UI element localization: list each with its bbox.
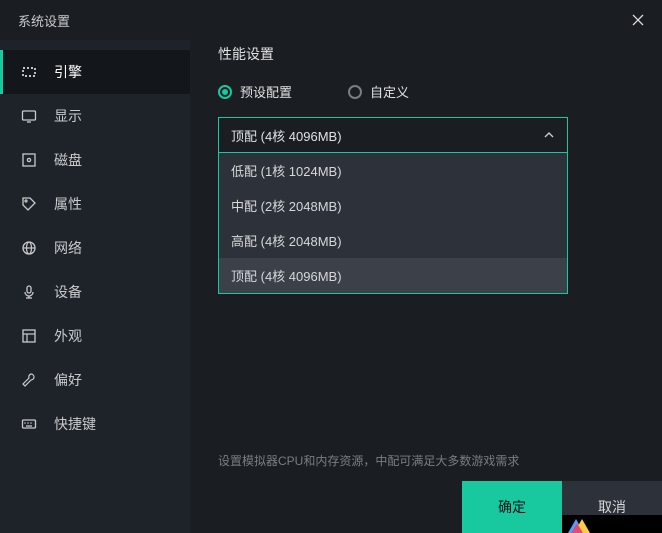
sidebar-item-appearance[interactable]: 外观: [0, 314, 190, 358]
button-bar: 确定 取消: [462, 481, 662, 533]
sidebar-item-engine[interactable]: 引擎: [0, 50, 190, 94]
display-icon: [20, 107, 38, 125]
keyboard-icon: [20, 415, 38, 433]
layout-icon: [20, 327, 38, 345]
preset-option-mid[interactable]: 中配 (2核 2048MB): [219, 188, 567, 223]
help-text: 设置模拟器CPU和内存资源，中配可满足大多数游戏需求: [218, 452, 519, 469]
window-title: 系统设置: [18, 11, 70, 30]
taskbar-strip: [562, 515, 662, 533]
option-label: 顶配 (4核 4096MB): [231, 266, 342, 285]
sidebar-item-label: 显示: [54, 106, 82, 126]
cancel-button[interactable]: 取消: [562, 481, 662, 533]
sidebar-item-properties[interactable]: 属性: [0, 182, 190, 226]
globe-icon: [20, 239, 38, 257]
button-label: 确定: [498, 497, 526, 517]
radio-dot-icon: [218, 85, 232, 99]
preset-dropdown: 低配 (1核 1024MB) 中配 (2核 2048MB) 高配 (4核 204…: [218, 153, 568, 294]
option-label: 低配 (1核 1024MB): [231, 161, 342, 180]
sidebar-item-network[interactable]: 网络: [0, 226, 190, 270]
radio-label: 自定义: [370, 82, 409, 101]
ok-button[interactable]: 确定: [462, 481, 562, 533]
sidebar-item-hotkey[interactable]: 快捷键: [0, 402, 190, 446]
sidebar-item-label: 偏好: [54, 370, 82, 390]
button-label: 取消: [598, 497, 626, 517]
sidebar-item-label: 外观: [54, 326, 82, 346]
sidebar: 引擎 显示 磁盘 属性 网络: [0, 40, 190, 533]
chevron-up-icon: [543, 129, 555, 141]
sidebar-item-display[interactable]: 显示: [0, 94, 190, 138]
close-icon: [632, 14, 644, 26]
tag-icon: [20, 195, 38, 213]
radio-label: 预设配置: [240, 82, 292, 101]
option-label: 高配 (4核 2048MB): [231, 231, 342, 250]
close-button[interactable]: [626, 8, 650, 32]
radio-preset[interactable]: 预设配置: [218, 82, 292, 101]
sidebar-item-device[interactable]: 设备: [0, 270, 190, 314]
preset-select[interactable]: 顶配 (4核 4096MB): [218, 117, 568, 153]
engine-icon: [20, 63, 38, 81]
sidebar-item-label: 设备: [54, 282, 82, 302]
select-value: 顶配 (4核 4096MB): [231, 126, 342, 145]
section-title: 性能设置: [218, 44, 634, 64]
sidebar-item-label: 网络: [54, 238, 82, 258]
option-label: 中配 (2核 2048MB): [231, 196, 342, 215]
wrench-icon: [20, 371, 38, 389]
sidebar-item-label: 磁盘: [54, 150, 82, 170]
sidebar-item-label: 引擎: [54, 62, 82, 82]
tray-app-icon: [568, 515, 590, 533]
sidebar-item-preference[interactable]: 偏好: [0, 358, 190, 402]
preset-option-low[interactable]: 低配 (1核 1024MB): [219, 153, 567, 188]
sidebar-item-label: 快捷键: [54, 414, 96, 434]
main-area: 引擎 显示 磁盘 属性 网络: [0, 40, 662, 533]
disk-icon: [20, 151, 38, 169]
sidebar-item-disk[interactable]: 磁盘: [0, 138, 190, 182]
preset-option-top[interactable]: 顶配 (4核 4096MB): [219, 258, 567, 293]
sidebar-item-label: 属性: [54, 194, 82, 214]
preset-select-wrap: 顶配 (4核 4096MB) 低配 (1核 1024MB) 中配 (2核 204…: [218, 117, 568, 153]
mic-icon: [20, 283, 38, 301]
config-mode-radio-group: 预设配置 自定义: [218, 82, 634, 101]
radio-custom[interactable]: 自定义: [348, 82, 409, 101]
content-panel: 性能设置 预设配置 自定义 顶配 (4核 4096MB) 低配 (1核 1024…: [190, 40, 662, 533]
titlebar: 系统设置: [0, 0, 662, 40]
radio-dot-icon: [348, 85, 362, 99]
preset-option-high[interactable]: 高配 (4核 2048MB): [219, 223, 567, 258]
